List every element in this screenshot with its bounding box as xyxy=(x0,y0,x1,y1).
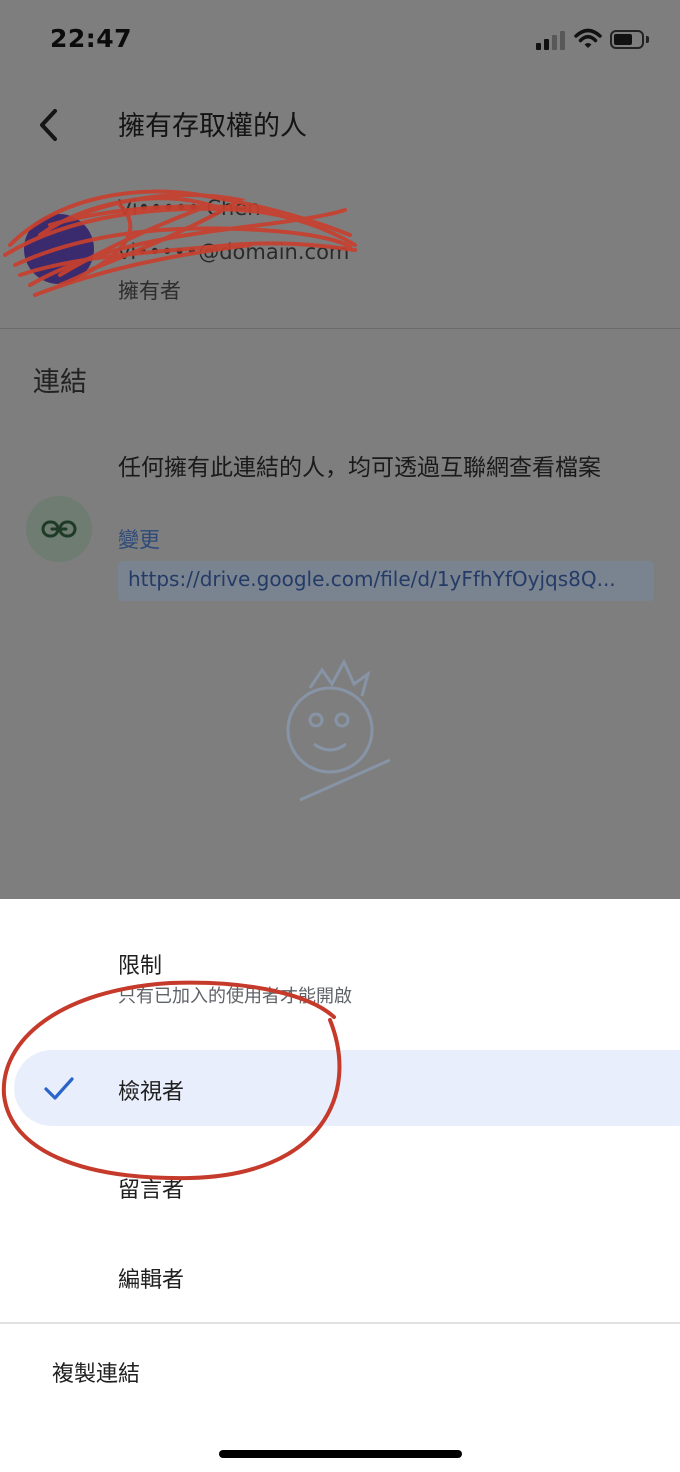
option-editor[interactable]: 編輯者 xyxy=(118,1262,184,1294)
back-arrow-icon xyxy=(40,109,57,141)
battery-icon xyxy=(610,30,644,49)
change-link-button[interactable]: 變更 xyxy=(118,524,160,554)
battery-cap xyxy=(646,36,649,43)
page-title: 擁有存取權的人 xyxy=(118,111,307,142)
link-icon xyxy=(41,520,77,538)
redaction-scribble xyxy=(3,189,357,297)
section-title-link: 連結 xyxy=(33,367,87,398)
link-icon-badge xyxy=(26,496,92,562)
annotation-circle xyxy=(1,980,342,1181)
link-access-description: 任何擁有此連結的人，均可透過互聯網查看檔案 xyxy=(118,455,601,481)
signal-icon xyxy=(536,30,566,50)
divider xyxy=(0,328,680,329)
back-button[interactable] xyxy=(28,102,68,148)
sheet-divider xyxy=(0,1322,680,1324)
copy-link-button[interactable]: 複製連結 xyxy=(52,1356,140,1388)
home-indicator xyxy=(219,1450,462,1458)
wifi-icon xyxy=(574,28,602,48)
share-url-field[interactable]: https://drive.google.com/file/d/1yFfhYfO… xyxy=(118,561,654,601)
status-time: 22:47 xyxy=(50,24,133,53)
watermark-logo-icon xyxy=(286,658,391,802)
